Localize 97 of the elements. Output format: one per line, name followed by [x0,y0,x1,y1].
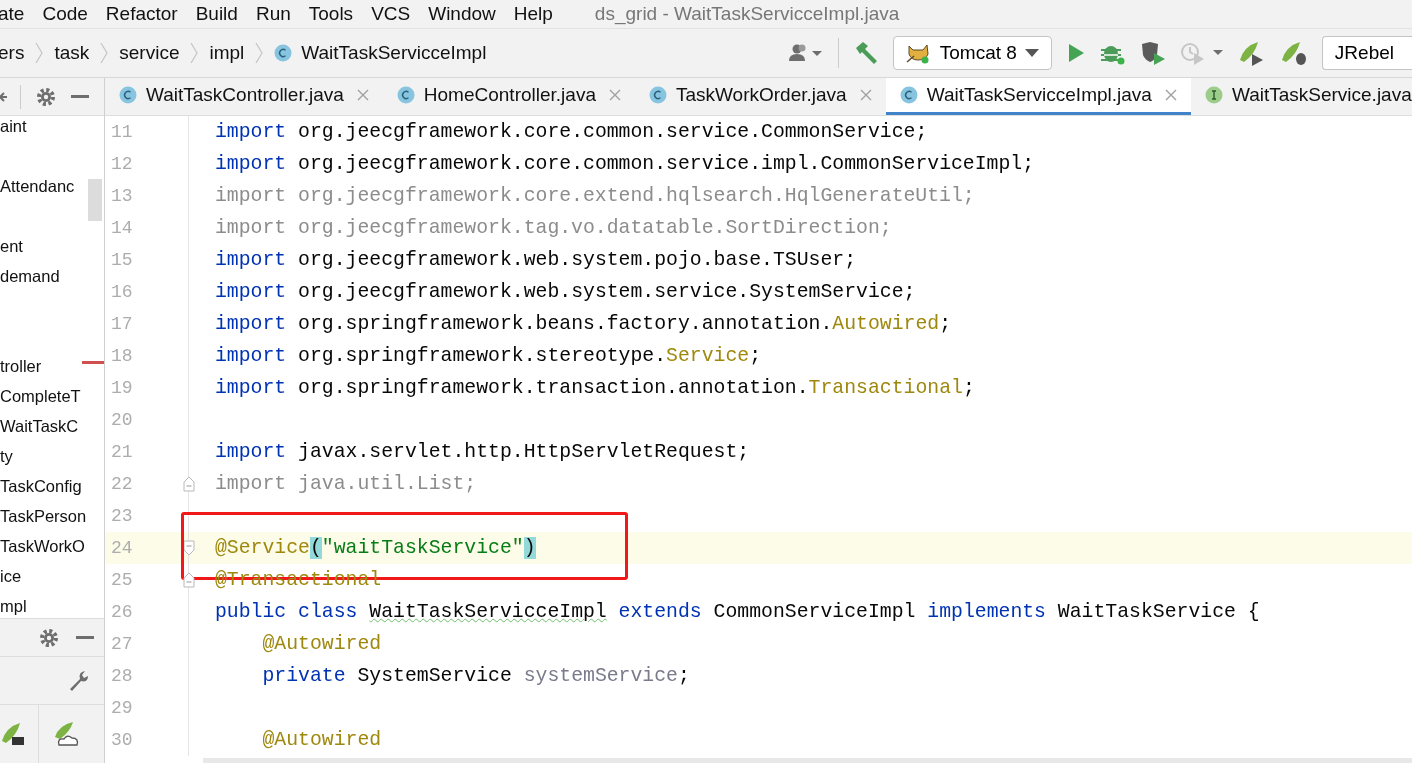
code-line: @Autowired [261,633,382,655]
code-line: public class WaitTaskServicceImpl extends CommonServiceImpl implements WaitTaskService { [215,601,1260,623]
line-number: 29 [110,698,134,718]
settings-icon[interactable] [35,85,57,108]
menu-item[interactable]: Refactor [105,3,190,25]
breadcrumb-item[interactable]: service [119,42,180,64]
menu-item[interactable]: Code [42,3,100,25]
tree-item[interactable]: TaskConfig [0,476,82,496]
rocket-icon[interactable] [0,721,26,747]
tree-item[interactable]: mpl [0,596,27,616]
class-icon [899,86,918,104]
tree-item[interactable]: WaitTaskC [0,416,79,436]
line-number: 28 [110,666,134,686]
line-number: 13 [110,186,134,206]
editor-tab[interactable]: HomeController.java [382,78,635,115]
line-number: 11 [110,122,134,142]
code-line: import org.jeecgframework.web.system.service.SystemService; [215,281,916,303]
tree-item[interactable]: CompleteT [0,386,81,406]
line-number: 30 [110,730,134,750]
window-title: ds_grid - WaitTaskServicceImpl.java [594,3,900,25]
code-line: @Service("waitTaskService") [215,537,536,559]
scrollbar-thumb[interactable] [88,179,102,221]
fold-icon[interactable] [183,540,195,556]
tree-item[interactable]: TaskPerson [0,506,87,526]
minimize-icon[interactable] [76,635,94,640]
class-icon [396,86,415,104]
editor-tab[interactable]: WaitTaskServicceImpl.java [885,78,1191,115]
menu-item[interactable]: VCS [371,3,423,25]
editor-tab[interactable]: WaitTaskService.java [1190,78,1412,115]
line-number: 22 [110,474,134,494]
line-number: 25 [110,570,134,590]
rocket-bug-icon[interactable] [1279,40,1308,66]
user-icon[interactable] [787,43,824,63]
tree-item[interactable]: TaskWorkO [0,536,85,556]
code-line: import org.jeecgframework.core.common.service.CommonService; [215,121,928,143]
code-line: import org.jeecgframework.web.system.pojo.base.TSUser; [215,249,857,271]
breadcrumb-item[interactable]: impl [209,42,245,64]
line-number: 15 [110,250,134,270]
tree-item[interactable]: ice [0,566,22,586]
tree-item[interactable]: demand [0,266,60,286]
jrebel-dropdown[interactable]: JRebel [1321,36,1412,70]
code-line: import org.jeecgframework.core.common.service.impl.CommonServiceImpl; [215,153,1035,175]
tree-item[interactable]: ent [0,236,23,256]
code-line: private SystemService systemService; [261,665,690,687]
minimize-icon[interactable] [71,94,89,99]
code-line: import org.jeecgframework.tag.vo.datatable.SortDirection; [215,217,892,239]
settings-icon[interactable] [38,626,60,649]
chevron-icon [100,42,109,64]
code-line: import java.util.List; [215,473,477,495]
menu-item[interactable]: Help [513,3,565,25]
line-number: 12 [110,154,134,174]
line-number: 26 [110,602,134,622]
line-number: 24 [110,538,134,558]
editor-tab[interactable]: TaskWorkOrder.java [634,78,886,115]
class-icon [119,86,137,104]
line-number: 17 [110,314,134,334]
close-icon[interactable] [608,89,621,101]
menu-item[interactable]: Build [195,3,250,25]
code-line: import org.jeecgframework.core.extend.hqlsearch.HqlGenerateUtil; [215,185,975,207]
close-icon[interactable] [1164,89,1177,101]
caret-icon [1024,49,1039,57]
editor-tab[interactable]: WaitTaskController.java [105,78,383,115]
cat-icon [905,42,932,64]
line-number: 27 [110,634,134,654]
code-line: @Autowired [261,729,382,751]
change-marker [82,361,104,364]
tree-item[interactable]: troller [0,356,42,376]
tree-item[interactable]: ty [0,446,13,466]
tree-item[interactable]: aint [0,116,27,136]
class-icon [648,86,667,104]
code-line: import org.springframework.stereotype.Service; [215,345,762,367]
fold-end-icon[interactable] [183,572,195,588]
line-number: 20 [110,410,134,430]
line-number: 16 [110,282,134,302]
shield-run-icon[interactable] [1139,41,1166,65]
chevron-icon [255,42,264,64]
close-icon[interactable] [859,89,872,101]
tree-item[interactable]: Attendanc [0,176,75,196]
code-line: import org.springframework.beans.factory.annotation.Autowired; [215,313,951,335]
chevron-icon [35,42,44,64]
menu-item[interactable]: Tools [308,3,366,25]
class-icon [274,44,293,62]
close-icon[interactable] [356,89,369,101]
code-line: import org.springframework.transaction.annotation.Transactional; [215,377,975,399]
chevron-icon [190,42,199,64]
breadcrumb-item[interactable]: WaitTaskServicceImpl [301,42,487,64]
menu-item[interactable]: Run [255,3,303,25]
run-config-dropdown[interactable]: Tomcat 8 [892,36,1052,70]
line-number: 21 [110,442,134,462]
interface-icon [1204,86,1223,104]
line-number: 18 [110,346,134,366]
code-line: import javax.servlet.http.HttpServletRequest; [215,441,750,463]
breadcrumb-item[interactable]: task [54,42,90,64]
line-number: 14 [110,218,134,238]
menu-item[interactable]: Window [428,3,508,25]
line-number: 19 [110,378,134,398]
line-number: 23 [110,506,134,526]
